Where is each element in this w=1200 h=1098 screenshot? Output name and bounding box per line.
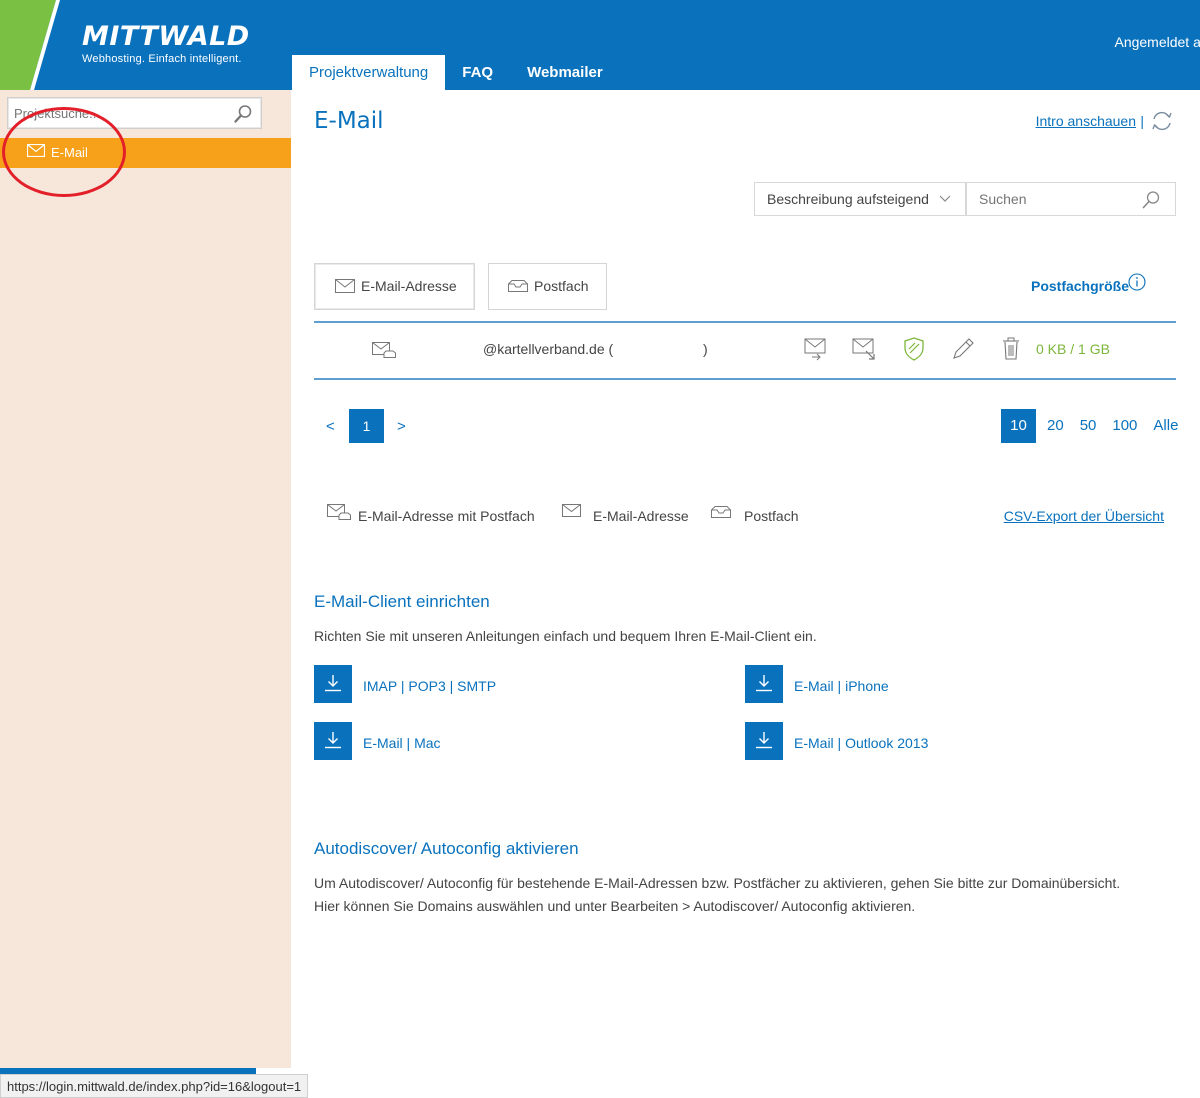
- envelope-icon: [27, 144, 45, 157]
- trash-icon[interactable]: [1001, 337, 1021, 361]
- download-outlook-button[interactable]: [745, 722, 783, 760]
- add-email-address-button[interactable]: E-Mail-Adresse: [314, 263, 475, 310]
- per-page-10[interactable]: 10: [1001, 409, 1036, 443]
- logo-subtitle: Webhosting. Einfach intelligent.: [82, 53, 242, 65]
- email-address-text: @kartellverband.de (: [483, 341, 614, 357]
- autoresponder-icon[interactable]: [852, 337, 878, 361]
- logged-in-label: Angemeldet al: [1114, 34, 1200, 50]
- sidebar: E-Mail: [0, 90, 291, 1068]
- table-top-divider: [314, 321, 1176, 323]
- download-imap-button[interactable]: [314, 665, 352, 703]
- project-search-input[interactable]: [8, 98, 228, 128]
- per-page-selector: 10 20 50 100 Alle: [1001, 409, 1186, 443]
- add-postfach-button[interactable]: Postfach: [488, 263, 607, 310]
- pagination-current-page[interactable]: 1: [349, 409, 384, 443]
- per-page-alle[interactable]: Alle: [1145, 409, 1186, 443]
- autodiscover-heading: Autodiscover/ Autoconfig aktivieren: [314, 839, 579, 858]
- download-iphone-label[interactable]: E-Mail | iPhone: [794, 678, 889, 694]
- pagination-prev[interactable]: <: [326, 418, 335, 435]
- download-icon: [325, 675, 341, 692]
- intro-link[interactable]: Intro anschauen: [1036, 113, 1136, 129]
- project-search: [7, 97, 262, 129]
- legend-mail-with-postfach: E-Mail-Adresse mit Postfach: [358, 508, 535, 524]
- legend-mail-address: E-Mail-Adresse: [593, 508, 689, 524]
- forward-mail-icon[interactable]: [804, 337, 828, 361]
- sidebar-item-email[interactable]: E-Mail: [0, 138, 291, 168]
- mailbox-icon: [508, 280, 528, 292]
- envelope-icon: [562, 504, 581, 517]
- email-address-value[interactable]: @kartellverband.de ( ): [483, 341, 708, 357]
- email-search-input[interactable]: [967, 183, 1137, 215]
- browser-status-url: https://login.mittwald.de/index.php?id=1…: [0, 1074, 309, 1098]
- mittwald-logo[interactable]: MITTWALD Webhosting. Einfach intelligent…: [82, 21, 250, 66]
- csv-export-link[interactable]: CSV-Export der Übersicht: [1004, 508, 1164, 524]
- sort-select[interactable]: Beschreibung aufsteigend: [754, 182, 966, 216]
- email-address-text-end: ): [702, 341, 708, 357]
- table-bottom-divider: [314, 378, 1176, 380]
- top-header: MITTWALD Webhosting. Einfach intelligent…: [0, 0, 1200, 90]
- postfach-size-label: Postfachgröße: [1030, 278, 1129, 294]
- tab-webmailer[interactable]: Webmailer: [510, 55, 620, 90]
- spam-protection-shield-icon[interactable]: [903, 337, 925, 361]
- download-icon: [756, 732, 772, 749]
- download-outlook-label[interactable]: E-Mail | Outlook 2013: [794, 735, 928, 751]
- mailbox-usage: 0 KB / 1 GB: [1036, 341, 1110, 357]
- logo-title: MITTWALD: [82, 21, 250, 52]
- tab-faq[interactable]: FAQ: [445, 55, 510, 90]
- download-mac-label[interactable]: E-Mail | Mac: [363, 735, 441, 751]
- mail-with-postfach-icon: [327, 504, 351, 520]
- chevron-down-icon: [939, 195, 951, 202]
- envelope-icon: [335, 279, 355, 293]
- sidebar-item-label: E-Mail: [51, 145, 88, 160]
- add-postfach-label: Postfach: [534, 278, 589, 294]
- add-email-address-label: E-Mail-Adresse: [361, 278, 457, 294]
- autodiscover-line-1: Um Autodiscover/ Autoconfig für bestehen…: [314, 875, 1121, 891]
- per-page-50[interactable]: 50: [1072, 409, 1105, 443]
- autodiscover-line-2: Hier können Sie Domains auswählen und un…: [314, 898, 916, 914]
- legend-postfach: Postfach: [744, 508, 799, 524]
- email-search: [966, 182, 1176, 216]
- per-page-20[interactable]: 20: [1039, 409, 1072, 443]
- download-imap-label[interactable]: IMAP | POP3 | SMTP: [363, 678, 496, 694]
- main-nav: Projektverwaltung FAQ Webmailer: [292, 55, 620, 90]
- intro-separator: |: [1140, 113, 1144, 129]
- pagination-next[interactable]: >: [397, 418, 406, 435]
- download-iphone-button[interactable]: [745, 665, 783, 703]
- download-icon: [756, 675, 772, 692]
- mail-with-postfach-icon: [372, 342, 396, 358]
- edit-pencil-icon[interactable]: [951, 337, 975, 361]
- refresh-icon[interactable]: [1150, 110, 1174, 132]
- per-page-100[interactable]: 100: [1104, 409, 1145, 443]
- info-icon[interactable]: [1128, 273, 1146, 291]
- search-icon[interactable]: [1141, 190, 1161, 210]
- client-setup-description: Richten Sie mit unseren Anleitungen einf…: [314, 628, 817, 644]
- search-icon[interactable]: [233, 104, 253, 124]
- client-setup-heading: E-Mail-Client einrichten: [314, 592, 490, 611]
- sort-select-value: Beschreibung aufsteigend: [767, 191, 929, 207]
- download-mac-button[interactable]: [314, 722, 352, 760]
- mailbox-icon: [711, 506, 731, 518]
- page-title: E-Mail: [314, 108, 384, 134]
- download-icon: [325, 732, 341, 749]
- tab-projektverwaltung[interactable]: Projektverwaltung: [292, 55, 446, 90]
